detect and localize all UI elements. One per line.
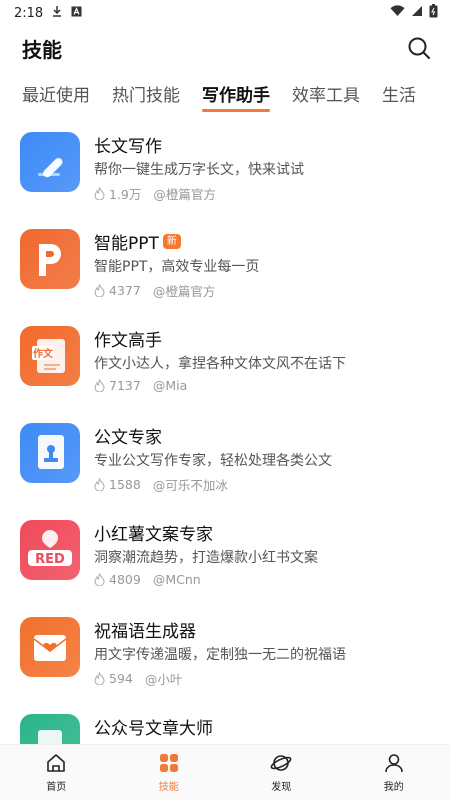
skill-name: 长文写作 xyxy=(94,136,162,157)
skill-name: 作文高手 xyxy=(94,330,162,351)
skill-name: 公文专家 xyxy=(94,427,162,448)
usage-count: 1588 xyxy=(109,477,141,492)
home-icon xyxy=(46,753,66,776)
flame-icon xyxy=(94,478,105,491)
tab-1[interactable]: 热门技能 xyxy=(112,70,180,116)
skill-item[interactable]: 公众号文章大师 xyxy=(0,700,450,744)
nav-label: 首页 xyxy=(46,781,67,793)
flame-icon xyxy=(94,573,105,586)
skill-item[interactable]: 长文写作帮你一键生成万字长文，快来试试 1.9万 @橙篇官方 xyxy=(0,118,450,215)
article-icon xyxy=(20,714,80,744)
svg-text:RED: RED xyxy=(35,552,65,567)
wifi-icon xyxy=(390,5,405,21)
skill-description: 专业公文写作专家，轻松处理各类公文 xyxy=(94,453,332,469)
skill-description: 作文小达人，拿捏各种文体文风不在话下 xyxy=(94,356,346,372)
skill-list: 长文写作 帮你一键生成万字长文，快来试试 1.9万 @橙篇官方 智能PPT 新智能PPT，… xyxy=(0,118,450,744)
nav-label: 我的 xyxy=(383,781,404,793)
essay-icon: 作文 xyxy=(20,326,80,386)
flame-icon xyxy=(94,672,105,685)
skill-name-row: 智能PPT 新 xyxy=(94,229,430,254)
usage-count: 7137 xyxy=(109,378,141,393)
planet-icon xyxy=(270,753,292,776)
skill-name-row: 公文专家 xyxy=(94,423,430,448)
skill-info: 祝福语生成器用文字传递温暖，定制独一无二的祝福语 594 @小叶 xyxy=(94,617,430,700)
flame-icon xyxy=(94,187,105,200)
skill-info: 小红薯文案专家洞察潮流趋势，打造爆款小红书文案 4809 @MCnn xyxy=(94,520,430,603)
font-notification-icon xyxy=(71,6,82,21)
skill-meta: 4809 @MCnn xyxy=(94,572,430,587)
usage-count: 1.9万 xyxy=(109,187,142,202)
profile-icon xyxy=(384,753,404,776)
skill-name-row: 祝福语生成器 xyxy=(94,617,430,642)
nav-skills-grid[interactable]: 技能 xyxy=(113,745,226,800)
heart-envelope-icon xyxy=(20,617,80,677)
skill-item[interactable]: 智能PPT 新智能PPT，高效专业每一页 4377 @橙篇官方 xyxy=(0,215,450,312)
search-button[interactable] xyxy=(406,35,432,61)
skill-meta: 1588 @可乐不加冰 xyxy=(94,475,430,494)
skill-description: 洞察潮流趋势，打造爆款小红书文案 xyxy=(94,550,318,566)
search-icon xyxy=(408,37,430,59)
skill-item[interactable]: RED 小红薯文案专家洞察潮流趋势，打造爆款小红书文案 4809 @MCnn xyxy=(0,506,450,603)
page-title: 技能 xyxy=(22,37,62,62)
skill-item[interactable]: 作文 作文高手作文小达人，拿捏各种文体文风不在话下 7137 @Mia xyxy=(0,312,450,409)
nav-label: 发现 xyxy=(271,781,292,793)
skill-info: 长文写作帮你一键生成万字长文，快来试试 1.9万 @橙篇官方 xyxy=(94,132,430,215)
author: @小叶 xyxy=(144,672,183,687)
tab-0[interactable]: 最近使用 xyxy=(22,70,90,116)
skill-info: 智能PPT 新智能PPT，高效专业每一页 4377 @橙篇官方 xyxy=(94,229,430,312)
skill-item[interactable]: 公文专家专业公文写作专家，轻松处理各类公文 1588 @可乐不加冰 xyxy=(0,409,450,506)
skills-grid-icon xyxy=(159,753,179,776)
author: @Mia xyxy=(152,378,188,393)
nav-planet[interactable]: 发现 xyxy=(225,745,338,800)
skill-info: 公众号文章大师 xyxy=(94,714,430,744)
author: @可乐不加冰 xyxy=(152,478,228,493)
skill-name-row: 长文写作 xyxy=(94,132,430,157)
flame-icon xyxy=(94,284,105,297)
tab-4[interactable]: 生活 xyxy=(382,70,416,116)
skill-name: 公众号文章大师 xyxy=(94,718,213,739)
skill-name: 智能PPT xyxy=(94,233,159,254)
nav-profile[interactable]: 我的 xyxy=(338,745,450,800)
skill-info: 作文高手作文小达人，拿捏各种文体文风不在话下 7137 @Mia xyxy=(94,326,430,409)
skill-name-row: 公众号文章大师 xyxy=(94,714,430,739)
usage-count: 594 xyxy=(109,671,133,686)
red-icon: RED xyxy=(20,520,80,580)
signal-icon xyxy=(411,5,423,21)
usage-count: 4809 xyxy=(109,572,141,587)
skill-name-row: 小红薯文案专家 xyxy=(94,520,430,545)
download-icon xyxy=(51,5,63,21)
skill-description: 用文字传递温暖，定制独一无二的祝福语 xyxy=(94,647,346,663)
author: @MCnn xyxy=(152,572,201,587)
tab-3[interactable]: 效率工具 xyxy=(292,70,360,116)
svg-text:作文: 作文 xyxy=(33,347,54,360)
author: @橙篇官方 xyxy=(153,187,216,202)
nav-label: 技能 xyxy=(158,781,179,793)
skill-meta: 594 @小叶 xyxy=(94,669,430,688)
tab-2[interactable]: 写作助手 xyxy=(202,70,270,116)
skill-name: 祝福语生成器 xyxy=(94,621,196,642)
skill-info: 公文专家专业公文写作专家，轻松处理各类公文 1588 @可乐不加冰 xyxy=(94,423,430,506)
pen-icon xyxy=(20,132,80,192)
skill-meta: 7137 @Mia xyxy=(94,378,430,393)
status-bar: 2:18 xyxy=(0,0,450,26)
skill-description: 智能PPT，高效专业每一页 xyxy=(94,259,260,275)
skill-meta: 4377 @橙篇官方 xyxy=(94,281,430,300)
status-time: 2:18 xyxy=(14,5,44,21)
category-tabs: 最近使用 热门技能 写作助手 效率工具 生活 xyxy=(0,70,450,116)
ppt-icon xyxy=(20,229,80,289)
flame-icon xyxy=(94,379,105,392)
bottom-navigation: 首页 技能 发现 我的 xyxy=(0,744,450,800)
skill-meta: 1.9万 @橙篇官方 xyxy=(94,184,430,203)
nav-home[interactable]: 首页 xyxy=(0,745,113,800)
skill-description: 帮你一键生成万字长文，快来试试 xyxy=(94,162,304,178)
battery-icon xyxy=(429,4,438,22)
skill-name: 小红薯文案专家 xyxy=(94,524,213,545)
app-header: 技能 xyxy=(0,26,450,70)
skill-item[interactable]: 祝福语生成器用文字传递温暖，定制独一无二的祝福语 594 @小叶 xyxy=(0,603,450,700)
author: @橙篇官方 xyxy=(152,284,216,299)
usage-count: 4377 xyxy=(109,283,141,298)
new-badge: 新 xyxy=(162,233,181,249)
skill-name-row: 作文高手 xyxy=(94,326,430,351)
document-icon xyxy=(20,423,80,483)
